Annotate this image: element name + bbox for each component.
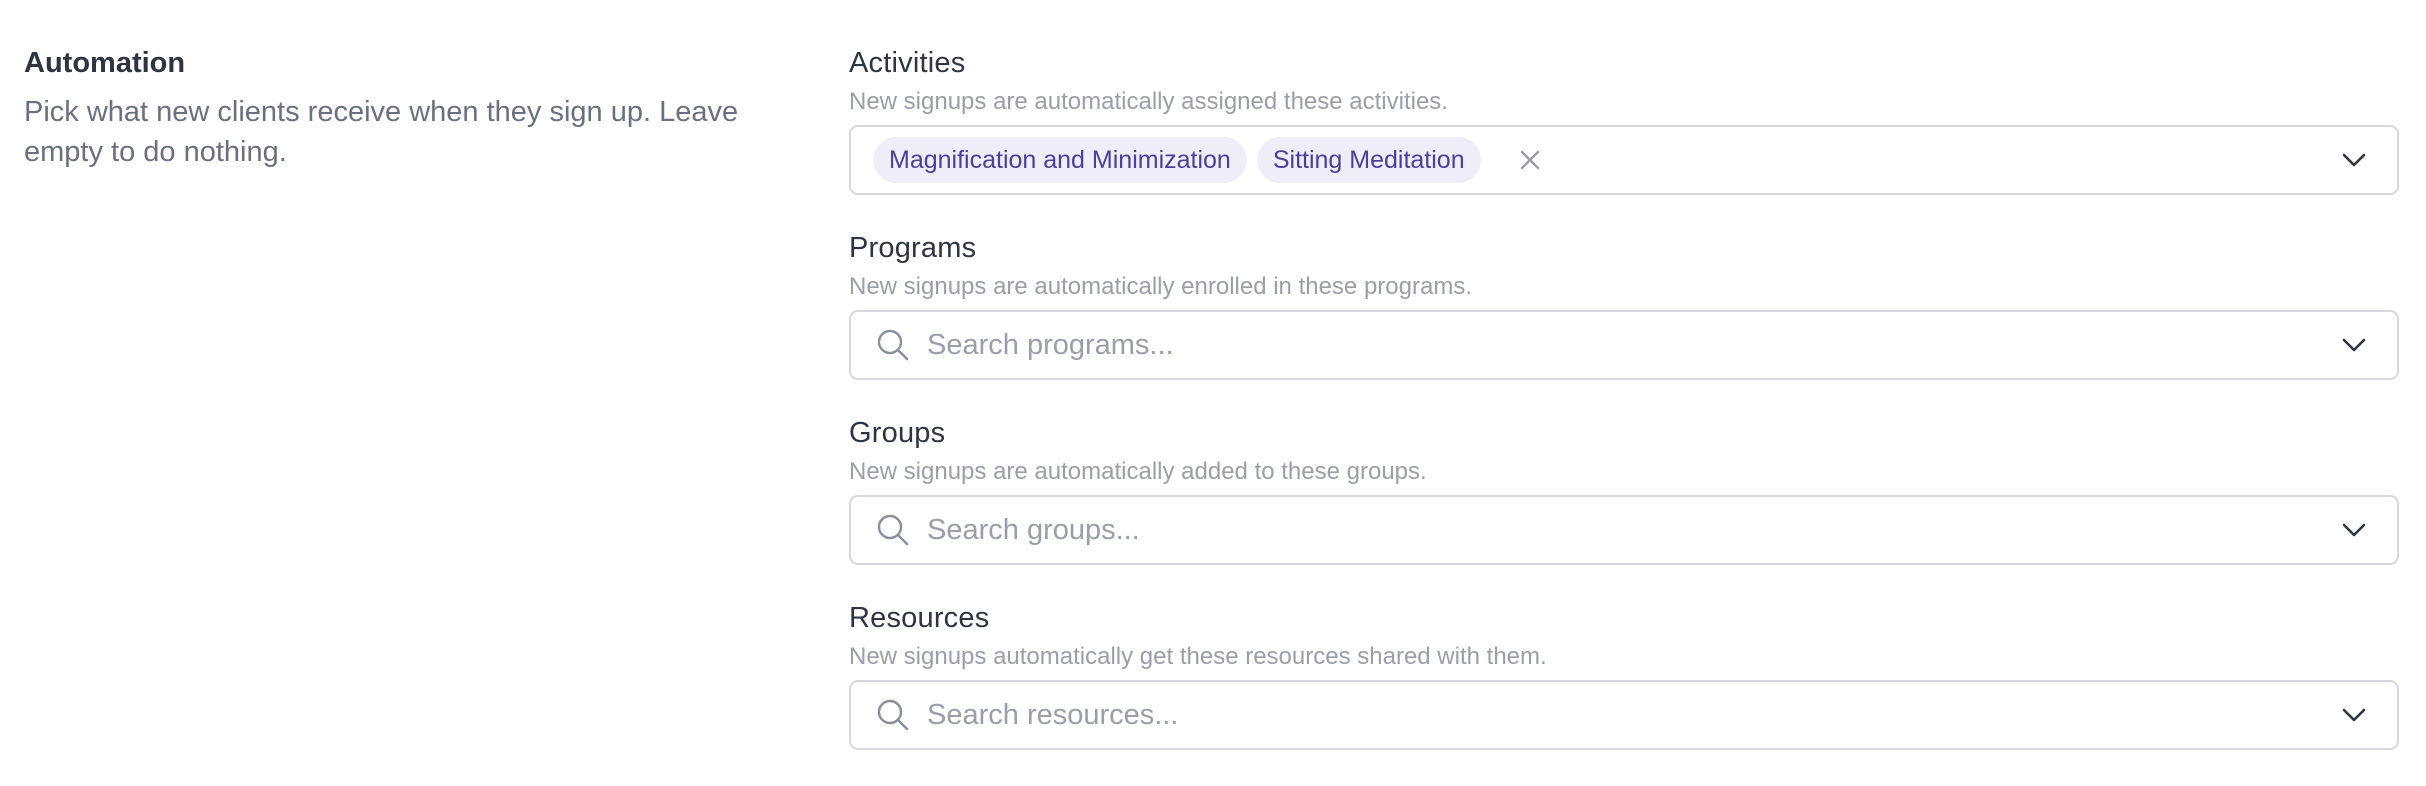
search-icon	[877, 329, 909, 361]
programs-label: Programs	[849, 232, 977, 264]
activities-help: New signups are automatically assigned t…	[849, 88, 1448, 115]
automation-section: Automation Pick what new clients receive…	[0, 0, 2426, 786]
resources-select[interactable]	[849, 680, 2399, 750]
groups-field: Groups New signups are automatically add…	[849, 414, 2401, 599]
programs-help: New signups are automatically enrolled i…	[849, 273, 1472, 300]
chevron-down-icon[interactable]	[2339, 515, 2369, 545]
activities-label: Activities	[849, 47, 966, 79]
search-icon	[877, 514, 909, 546]
chevron-down-icon[interactable]	[2339, 330, 2369, 360]
resources-help: New signups automatically get these reso…	[849, 643, 1547, 670]
chevron-down-icon[interactable]	[2339, 145, 2369, 175]
search-icon	[877, 699, 909, 731]
groups-label: Groups	[849, 417, 946, 449]
programs-field: Programs New signups are automatically e…	[849, 229, 2401, 414]
programs-select[interactable]	[849, 310, 2399, 380]
section-description: Pick what new clients receive when they …	[24, 96, 739, 168]
activity-tag[interactable]: Sitting Meditation	[1256, 137, 1481, 183]
resources-field: Resources New signups automatically get …	[849, 599, 2401, 784]
section-title: Automation	[24, 47, 186, 79]
clear-selection-icon[interactable]	[1517, 147, 1543, 173]
resources-search-input[interactable]	[927, 685, 2339, 745]
groups-select[interactable]	[849, 495, 2399, 565]
automation-intro: Automation Pick what new clients receive…	[24, 44, 784, 172]
groups-help: New signups are automatically added to t…	[849, 458, 1427, 485]
automation-fields: Activities New signups are automatically…	[849, 44, 2401, 784]
programs-search-input[interactable]	[927, 315, 2339, 375]
activities-field: Activities New signups are automatically…	[849, 44, 2401, 229]
activities-select[interactable]: Magnification and Minimization Sitting M…	[849, 125, 2399, 195]
activities-selected-tags: Magnification and Minimization Sitting M…	[873, 137, 2339, 183]
chevron-down-icon[interactable]	[2339, 700, 2369, 730]
resources-label: Resources	[849, 602, 990, 634]
activity-tag[interactable]: Magnification and Minimization	[873, 137, 1247, 183]
groups-search-input[interactable]	[927, 500, 2339, 560]
